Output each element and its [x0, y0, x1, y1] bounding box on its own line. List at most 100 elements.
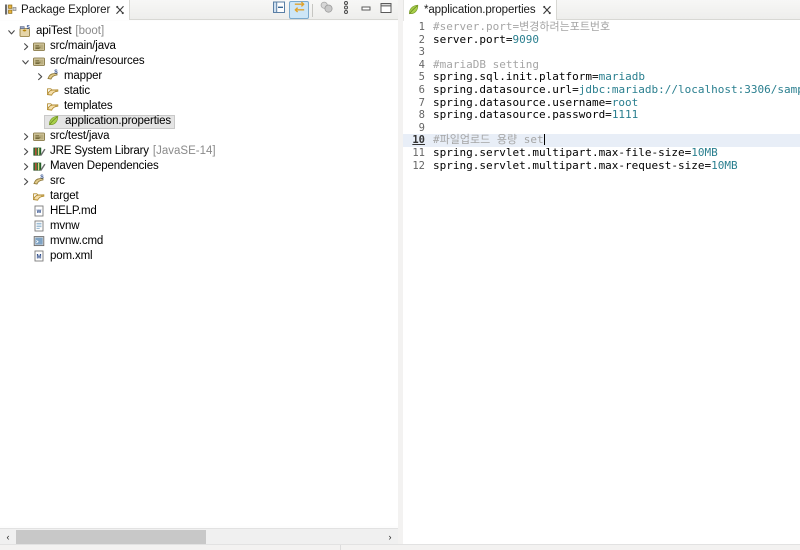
svg-text:S: S: [40, 175, 44, 181]
tree-item-label: src/main/resources: [50, 55, 145, 67]
chevron-down-icon[interactable]: [6, 26, 17, 37]
package-explorer-tab-row: Package Explorer: [0, 0, 398, 20]
package-explorer-view: Package Explorer S apiTest [boot] src/ma…: [0, 0, 398, 550]
svg-text:S: S: [54, 70, 58, 76]
code-line[interactable]: 2 server.port=9090: [403, 32, 800, 47]
tree-item-content: templates: [45, 100, 113, 114]
project-tree[interactable]: SapiTest [boot] src/main/java src/main/reso…: [0, 21, 398, 526]
tree-item-label: apiTest: [36, 25, 72, 37]
tree-item-content: Mpom.xml: [31, 250, 93, 264]
code-value-token: mariadb: [598, 70, 645, 84]
code-key-token: spring.datasource.username=: [433, 95, 612, 109]
link-with-editor-button[interactable]: [289, 1, 309, 19]
properties-file-icon: [407, 3, 420, 16]
tree-item-content: Maven Dependencies: [31, 160, 159, 174]
properties-file-icon: [46, 114, 62, 129]
tree-item-src-test-java[interactable]: src/test/java: [0, 129, 398, 144]
code-line[interactable]: 8 spring.datasource.password=1111: [403, 108, 800, 122]
tree-item-templates[interactable]: templates: [0, 99, 398, 114]
scroll-right-arrow-icon[interactable]: ›: [382, 529, 398, 545]
tree-item-apitest[interactable]: SapiTest [boot]: [0, 24, 398, 39]
code-line-text: server.port=9090: [429, 32, 539, 47]
tree-item-label: src: [50, 175, 65, 187]
tree-item-suffix: [JavaSE-14]: [152, 145, 216, 157]
code-line-text: spring.datasource.password=1111: [429, 108, 639, 122]
text-caret: [543, 134, 545, 146]
tree-item-mvnw[interactable]: mvnw: [0, 219, 398, 234]
eclipse-workbench: Package Explorer S apiTest [boot] src/ma…: [0, 0, 800, 550]
code-line-text: spring.servlet.multipart.max-request-siz…: [429, 158, 738, 173]
close-tab-icon[interactable]: [542, 5, 552, 15]
maximize-icon: [379, 1, 393, 20]
tree-item-content: src/main/java: [31, 40, 116, 54]
chevron-right-icon[interactable]: [20, 146, 31, 157]
code-line[interactable]: 12 spring.servlet.multipart.max-request-s…: [403, 158, 800, 173]
chevron-right-icon[interactable]: [20, 161, 31, 172]
editor-tab-row: *application.properties: [403, 0, 800, 20]
package-explorer-toolbar: [269, 0, 396, 20]
chevron-right-icon[interactable]: [20, 131, 31, 142]
tree-item-label: HELP.md: [50, 205, 97, 217]
tree-item-label: mvnw: [50, 220, 80, 232]
tree-item-maven-dependencies[interactable]: Maven Dependencies: [0, 159, 398, 174]
scroll-left-arrow-icon[interactable]: ‹: [0, 529, 16, 545]
line-number: 10: [412, 134, 425, 147]
tab-package-explorer[interactable]: Package Explorer: [0, 0, 131, 20]
tree-item-label: Maven Dependencies: [50, 160, 159, 172]
tree-item-mapper[interactable]: Smapper: [0, 69, 398, 84]
view-menu-button[interactable]: [316, 1, 336, 19]
scrollbar-thumb[interactable]: [16, 529, 206, 544]
code-key-token: server.port=: [433, 32, 513, 46]
toolbar-separator: [312, 3, 313, 17]
tree-item-src-main-resources[interactable]: src/main/resources: [0, 54, 398, 69]
tree-item-src-main-java[interactable]: src/main/java: [0, 39, 398, 54]
chevron-right-icon[interactable]: [20, 176, 31, 187]
tree-item-src[interactable]: Ssrc: [0, 174, 398, 189]
code-editor[interactable]: 1 #server.port=변경하려는포트번호 2 server.port=9090…: [403, 20, 800, 550]
tree-item-target[interactable]: target: [0, 189, 398, 204]
tree-item-label: pom.xml: [50, 250, 93, 262]
line-number: 3: [418, 46, 425, 59]
code-value-token: 9090: [512, 32, 539, 46]
code-comment-token: #mariaDB setting: [433, 57, 539, 71]
tree-item-pom-xml[interactable]: Mpom.xml: [0, 249, 398, 264]
tree-item-help-md[interactable]: w HELP.md: [0, 204, 398, 219]
maximize-view-button[interactable]: [376, 1, 396, 19]
tree-item-static[interactable]: static: [0, 84, 398, 99]
package-explorer-horizontal-scrollbar[interactable]: ‹ ›: [0, 528, 398, 544]
tree-item-jre-system-library[interactable]: JRE System Library [JavaSE-14]: [0, 144, 398, 159]
line-number: 1: [418, 21, 425, 33]
tree-item-mvnw-cmd[interactable]: mvnw.cmd: [0, 234, 398, 249]
code-value-token: jdbc:mariadb://localhost:3306/sample: [578, 82, 800, 96]
package-explorer-icon: [4, 3, 17, 16]
status-bar: [0, 544, 800, 550]
line-number: 2: [418, 33, 425, 46]
package-icon: S: [45, 69, 61, 84]
link-with-editor-icon: [292, 0, 307, 20]
tab-application-properties[interactable]: *application.properties: [403, 0, 557, 20]
tree-item-label: src/test/java: [50, 130, 110, 142]
text-file-icon: [31, 219, 47, 234]
focus-on-active-task-icon: [319, 0, 334, 20]
code-value-token: 1111: [611, 108, 639, 122]
code-value-token: root: [611, 95, 639, 109]
tree-item-content: mvnw: [31, 219, 80, 234]
code-key-token: spring.sql.init.platform=: [433, 70, 599, 84]
close-tab-icon[interactable]: [115, 5, 125, 15]
tree-item-content: Smapper: [45, 70, 102, 84]
chevron-right-icon[interactable]: [34, 71, 45, 82]
view-menu-overflow-button[interactable]: [336, 1, 356, 19]
minimize-view-button[interactable]: [356, 1, 376, 19]
library-icon: [31, 159, 47, 174]
chevron-down-icon[interactable]: [20, 56, 31, 67]
collapse-all-button[interactable]: [269, 1, 289, 19]
code-value-token: 10MB: [711, 158, 738, 172]
tree-item-content: application.properties: [44, 114, 176, 129]
source-folder-icon: [31, 54, 47, 69]
chevron-right-icon[interactable]: [20, 41, 31, 52]
scrollbar-track[interactable]: [16, 529, 382, 544]
tree-item-application-properties[interactable]: application.properties: [0, 114, 398, 129]
code-key-token: spring.servlet.multipart.max-request-siz…: [433, 158, 712, 172]
tree-item-label: target: [50, 190, 79, 202]
status-bar-separator: [340, 545, 341, 550]
